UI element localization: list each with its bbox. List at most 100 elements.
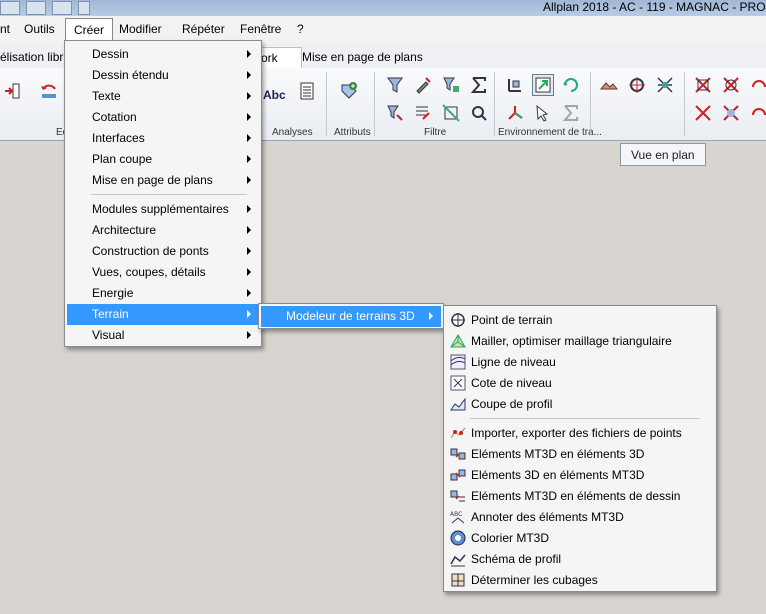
menu-item-mt3d-en-dessin[interactable]: Eléments MT3D en éléments de dessin	[446, 486, 714, 507]
menu-item-dessin-etendu[interactable]: Dessin étendu	[67, 65, 259, 86]
level-dimension-icon	[449, 374, 467, 392]
menu-item-terrain[interactable]: Terrain	[67, 304, 259, 325]
submenu-arrow-icon	[247, 331, 251, 339]
attributes-icon[interactable]	[338, 80, 366, 108]
menu-item-energie[interactable]: Energie	[67, 283, 259, 304]
list-report-icon[interactable]	[296, 80, 318, 102]
plan-view-icon[interactable]	[532, 74, 554, 96]
profile-section-icon	[449, 395, 467, 413]
menu-item-mailler[interactable]: Mailler, optimiser maillage triangulaire	[446, 331, 714, 352]
filter-pick-icon[interactable]	[412, 74, 434, 96]
ribbon-group-label-analyses: Analyses	[272, 127, 313, 138]
menu-item-point-de-terrain[interactable]: Point de terrain	[446, 310, 714, 331]
tooltip: Vue en plan	[620, 143, 706, 166]
sigma-icon[interactable]	[560, 102, 582, 124]
menu-item-vues-coupes-details[interactable]: Vues, coupes, détails	[67, 262, 259, 283]
submenu-arrow-icon	[247, 92, 251, 100]
filter-layer-icon[interactable]	[384, 102, 406, 124]
quick-access-save-icon[interactable]	[0, 1, 20, 15]
menu-item-importer-exporter[interactable]: Importer, exporter des fichiers de point…	[446, 423, 714, 444]
menu-item-cubages[interactable]: Déterminer les cubages	[446, 570, 714, 591]
menu-item-modules-supplementaires[interactable]: Modules supplémentaires	[67, 199, 259, 220]
mt3d-to-3d-icon	[449, 445, 467, 463]
svg-text:ABC: ABC	[450, 511, 462, 518]
menu-item-cote-de-niveau[interactable]: Cote de niveau	[446, 373, 714, 394]
axes-icon[interactable]	[504, 102, 526, 124]
filter-pen-icon[interactable]	[412, 102, 434, 124]
volumes-icon	[449, 571, 467, 589]
mesh-tool-icon[interactable]	[654, 74, 676, 96]
menu-item-texte[interactable]: Texte	[67, 86, 259, 107]
submenu-arrow-icon	[247, 71, 251, 79]
menu-item-create[interactable]: Créer	[65, 18, 114, 40]
rotate-view-icon[interactable]	[560, 74, 582, 96]
menu-item-mise-en-page[interactable]: Mise en page de plans	[67, 170, 259, 191]
quick-access-toolbar	[0, 0, 90, 16]
annotate-abc-icon: ABC	[449, 508, 467, 526]
menu-item-modify[interactable]: Modifier	[119, 22, 162, 36]
menu-item-help[interactable]: ?	[297, 22, 304, 36]
workplane-icon[interactable]	[504, 74, 526, 96]
submenu-arrow-icon	[247, 226, 251, 234]
submenu-arrow-icon	[247, 134, 251, 142]
insert-icon[interactable]	[2, 80, 28, 110]
submenu-arrow-icon	[247, 155, 251, 163]
menu-item-3d-en-mt3d[interactable]: Eléments 3D en éléments MT3D	[446, 465, 714, 486]
menu-item-coupe-de-profil[interactable]: Coupe de profil	[446, 394, 714, 415]
menu-item-plan-coupe[interactable]: Plan coupe	[67, 149, 259, 170]
mt3d-to-drawing-icon	[449, 487, 467, 505]
menu-item-schema-de-profil[interactable]: Schéma de profil	[446, 549, 714, 570]
menu-item-mt3d-en-3d[interactable]: Eléments MT3D en éléments 3D	[446, 444, 714, 465]
filter-type-icon[interactable]	[440, 74, 462, 96]
menu-item-architecture[interactable]: Architecture	[67, 220, 259, 241]
quick-access-dropdown-icon[interactable]	[78, 1, 90, 15]
red-symbol-icon-3[interactable]	[748, 74, 766, 96]
ribbon-group-label-attributs: Attributs	[334, 127, 371, 138]
menu-item-construction-ponts[interactable]: Construction de ponts	[67, 241, 259, 262]
quick-access-edit-icon[interactable]	[26, 1, 46, 15]
profile-diagram-icon	[449, 550, 467, 568]
menu-item-ligne-de-niveau[interactable]: Ligne de niveau	[446, 352, 714, 373]
terrain-submenu: Modeleur de terrains 3D	[258, 303, 444, 329]
terrain-point-icon	[449, 311, 467, 329]
pointer-select-icon[interactable]	[532, 102, 554, 124]
menu-separator	[470, 418, 700, 419]
window-title: Allplan 2018 - AC - 119 - MAGNAC - PROJ	[543, 0, 766, 14]
menu-item-interfaces[interactable]: Interfaces	[67, 128, 259, 149]
menu-item-edit-partial[interactable]: nt	[0, 22, 10, 36]
menu-separator	[91, 194, 247, 195]
filter-element-icon[interactable]	[440, 102, 462, 124]
filter-icon[interactable]	[384, 74, 406, 96]
menu-item-modeleur-terrains-3d[interactable]: Modeleur de terrains 3D	[261, 306, 441, 327]
menu-item-visual[interactable]: Visual	[67, 325, 259, 346]
menu-item-dessin[interactable]: Dessin	[67, 44, 259, 65]
ribbon-group-label-environnement: Environnement de tra...	[498, 127, 602, 138]
tab-modelisation[interactable]: élisation libr	[0, 47, 69, 68]
filter-sigma-icon[interactable]	[468, 74, 490, 96]
menu-item-tools[interactable]: Outils	[24, 22, 55, 36]
mt3d-submenu: Point de terrain Mailler, optimiser mail…	[443, 305, 717, 592]
quick-access-tools-icon[interactable]	[52, 1, 72, 15]
submenu-arrow-icon	[247, 247, 251, 255]
target-point-icon[interactable]	[626, 74, 648, 96]
menu-item-cotation[interactable]: Cotation	[67, 107, 259, 128]
red-symbol-icon-6[interactable]	[748, 102, 766, 124]
submenu-arrow-icon	[247, 50, 251, 58]
filter-search-icon[interactable]	[468, 102, 490, 124]
submenu-arrow-icon	[247, 113, 251, 121]
red-symbol-icon-5[interactable]	[720, 102, 742, 124]
menu-item-window[interactable]: Fenêtre	[240, 22, 281, 36]
text-abc-icon[interactable]: Abc	[262, 84, 286, 104]
terrain-tool-icon[interactable]	[598, 74, 620, 96]
red-symbol-icon-1[interactable]	[692, 74, 714, 96]
submenu-arrow-icon	[247, 268, 251, 276]
menu-item-colorier[interactable]: Colorier MT3D	[446, 528, 714, 549]
menu-item-repeat[interactable]: Répéter	[182, 22, 225, 36]
undo-icon[interactable]	[38, 80, 64, 110]
red-symbol-icon-4[interactable]	[692, 102, 714, 124]
ribbon-group-label-filtre: Filtre	[424, 127, 447, 138]
tab-layout[interactable]: Mise en page de plans	[296, 47, 429, 68]
red-symbol-icon-2[interactable]	[720, 74, 742, 96]
menu-item-annoter[interactable]: ABC Annoter des éléments MT3D	[446, 507, 714, 528]
color-mt3d-icon	[449, 529, 467, 547]
